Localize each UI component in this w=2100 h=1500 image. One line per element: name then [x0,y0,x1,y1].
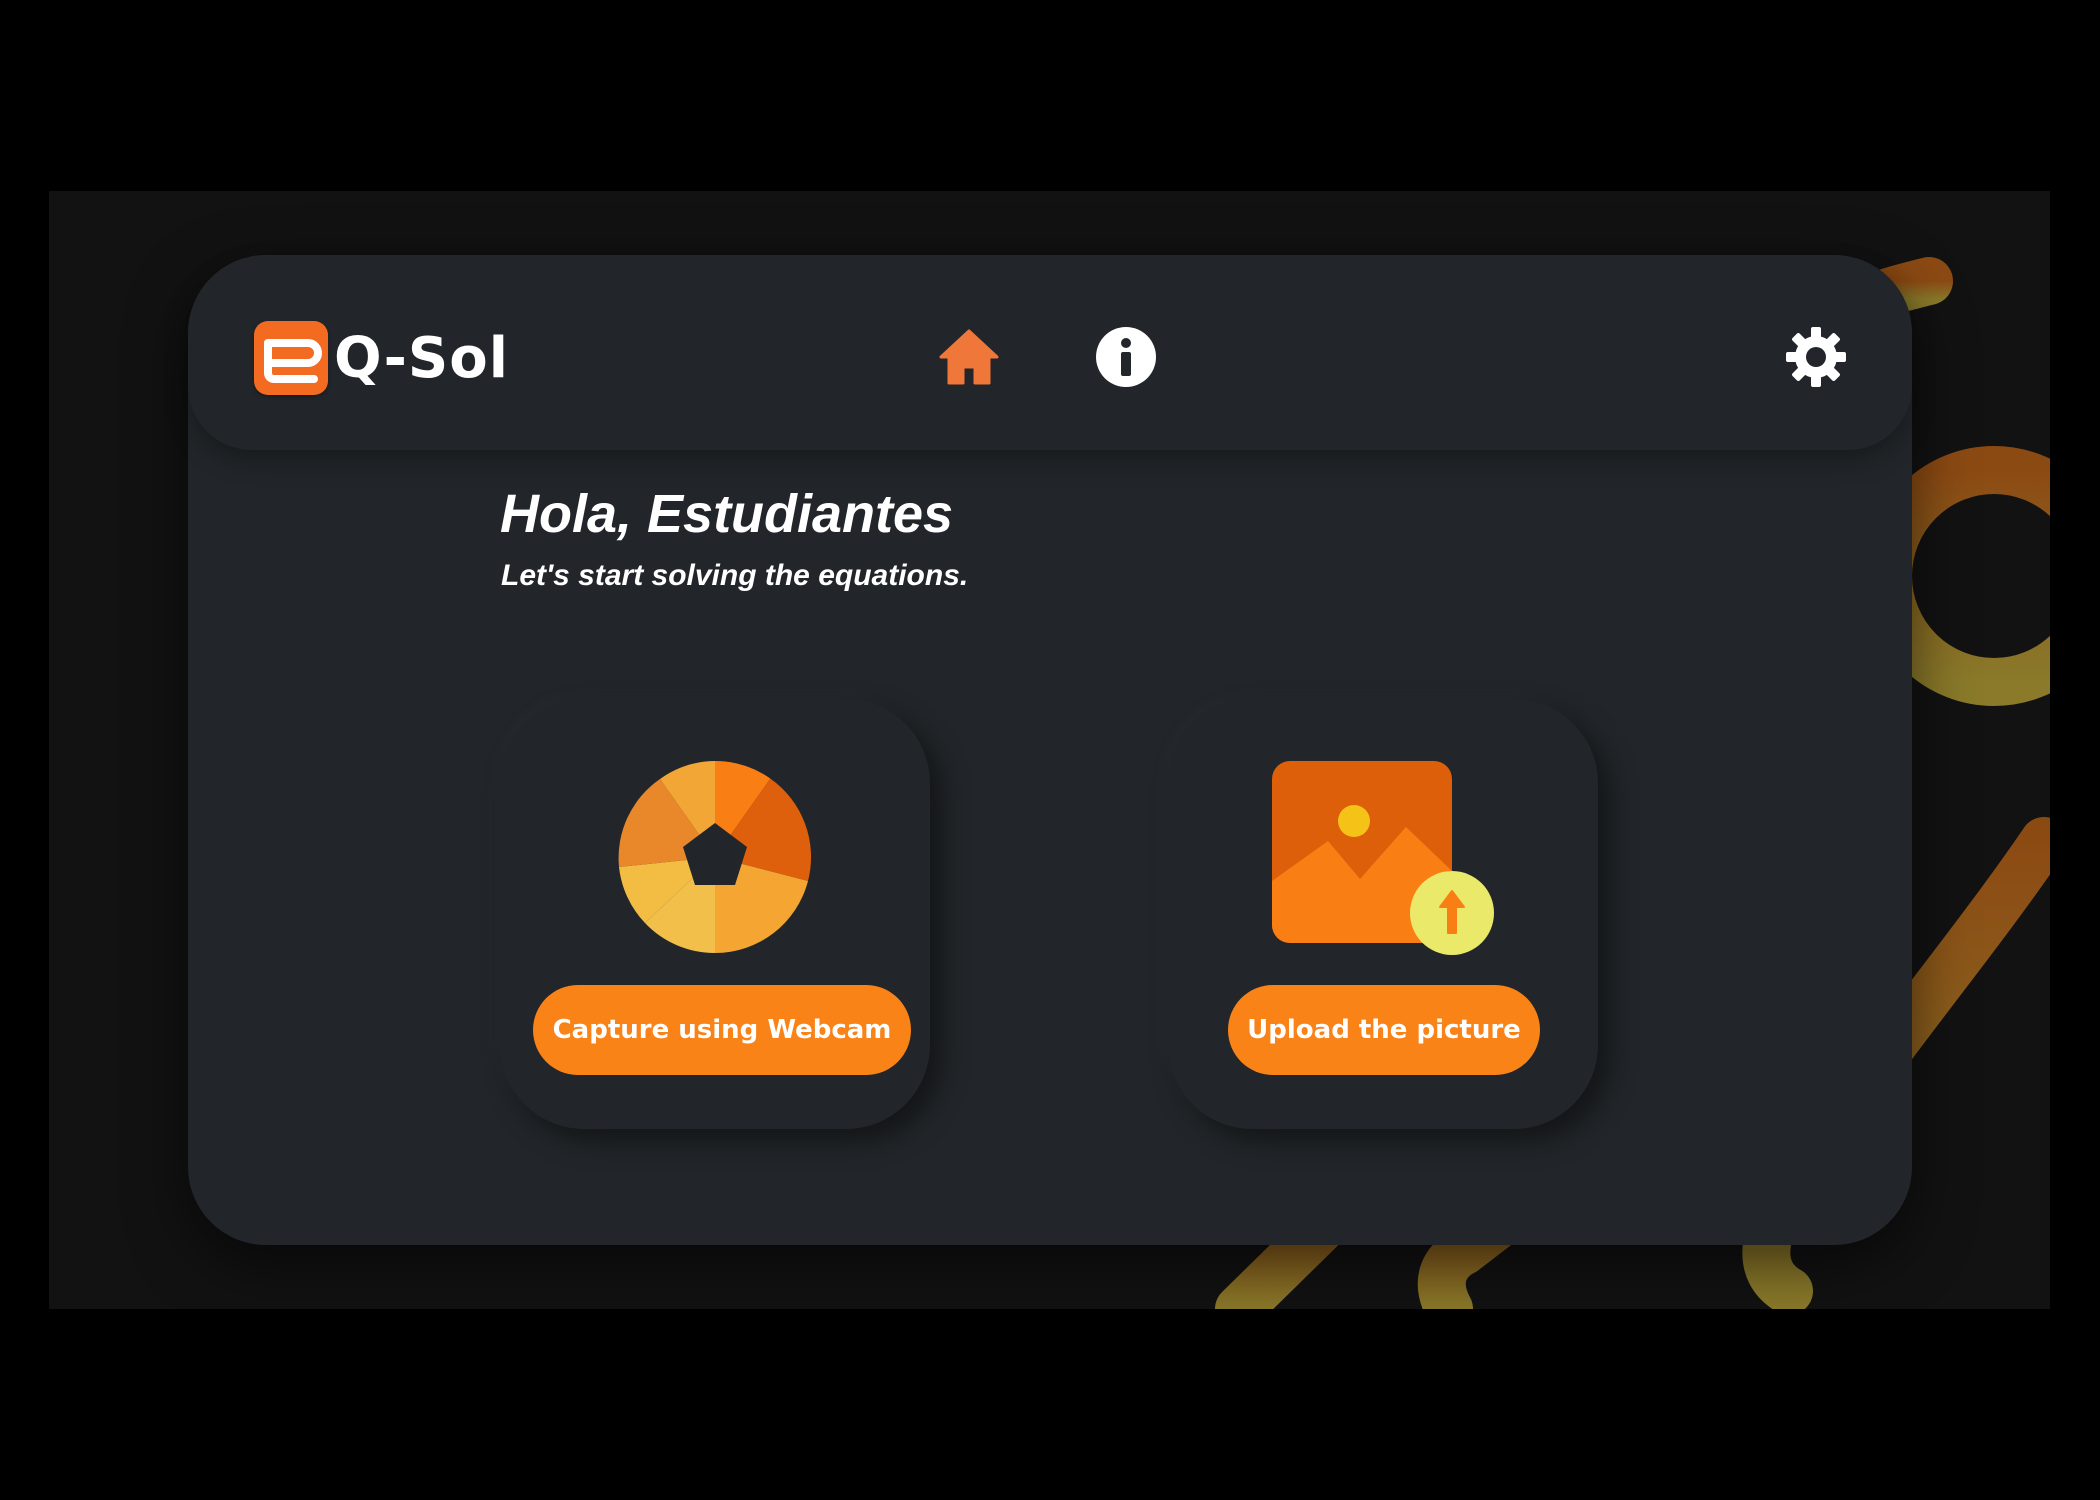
gear-icon[interactable] [1784,325,1848,389]
brand[interactable]: Q-Sol [254,318,509,398]
app-window: Q-Sol Hola, Estudiantes Let's start solv… [188,255,1912,1245]
info-icon[interactable] [1094,325,1158,389]
upload-picture-button[interactable]: Upload the picture [1228,985,1540,1075]
upload-card[interactable]: Upload the picture [1168,699,1598,1129]
webcam-card[interactable]: Capture using Webcam [500,699,930,1129]
top-navbar: Q-Sol [188,255,1912,450]
greeting-subtitle: Let's start solving the equations. [501,559,969,592]
home-icon[interactable] [937,325,1001,389]
image-upload-icon [1272,761,1496,957]
app-name: Q-Sol [334,325,509,391]
eq-logo-icon [254,321,328,395]
greeting-heading: Hola, Estudiantes [500,484,954,544]
capture-webcam-button[interactable]: Capture using Webcam [533,985,911,1075]
camera-shutter-icon [617,759,813,955]
screen-background: Q-Sol Hola, Estudiantes Let's start solv… [49,191,2050,1309]
